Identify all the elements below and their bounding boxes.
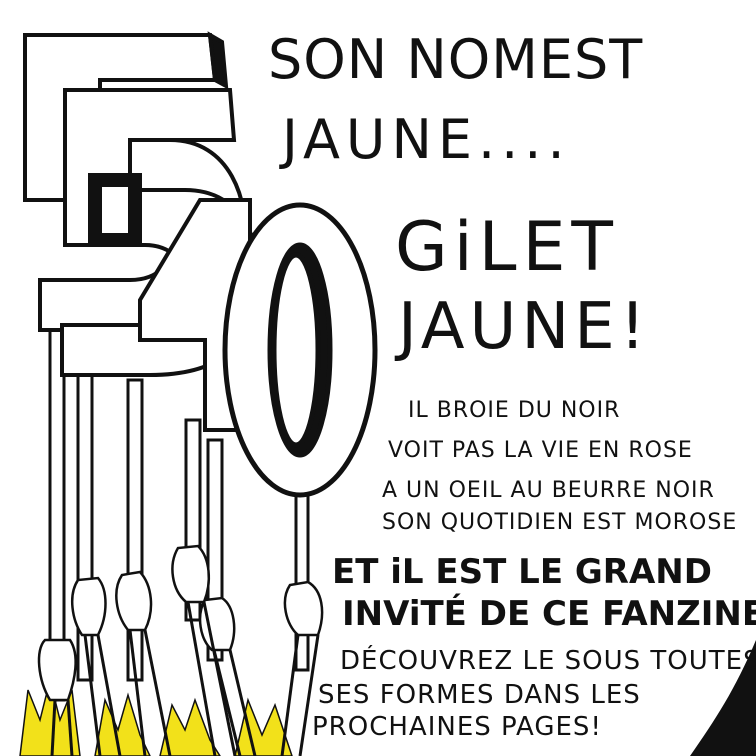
verse-line1: IL BROIE DU NOIR [408, 398, 621, 423]
sign-zero [222, 202, 378, 498]
verse-line2: VOIT PAS LA VIE EN ROSE [388, 438, 693, 463]
headline-line4: JAUNE! [398, 290, 651, 364]
announcement-line1: ET iL EST LE GRAND [332, 552, 712, 592]
verse-line4: SON QUOTIDIEN EST MOROSE [382, 510, 738, 535]
closing-line2: SES FORMES DANS LES [318, 680, 641, 710]
headline-line1: SON NOMEST [268, 28, 644, 91]
headline-line3: GiLET [395, 208, 619, 287]
closing-line3: PROCHAINES PAGES! [312, 712, 602, 742]
closing-line1: DÉCOUVREZ LE SOUS TOUTES [340, 646, 756, 676]
announcement-line2: INViTÉ DE CE FANZINE! [342, 594, 756, 634]
verse-line3: A UN OEIL AU BEURRE NOIR [382, 478, 715, 503]
headline-line2: JAUNE.... [282, 108, 571, 171]
